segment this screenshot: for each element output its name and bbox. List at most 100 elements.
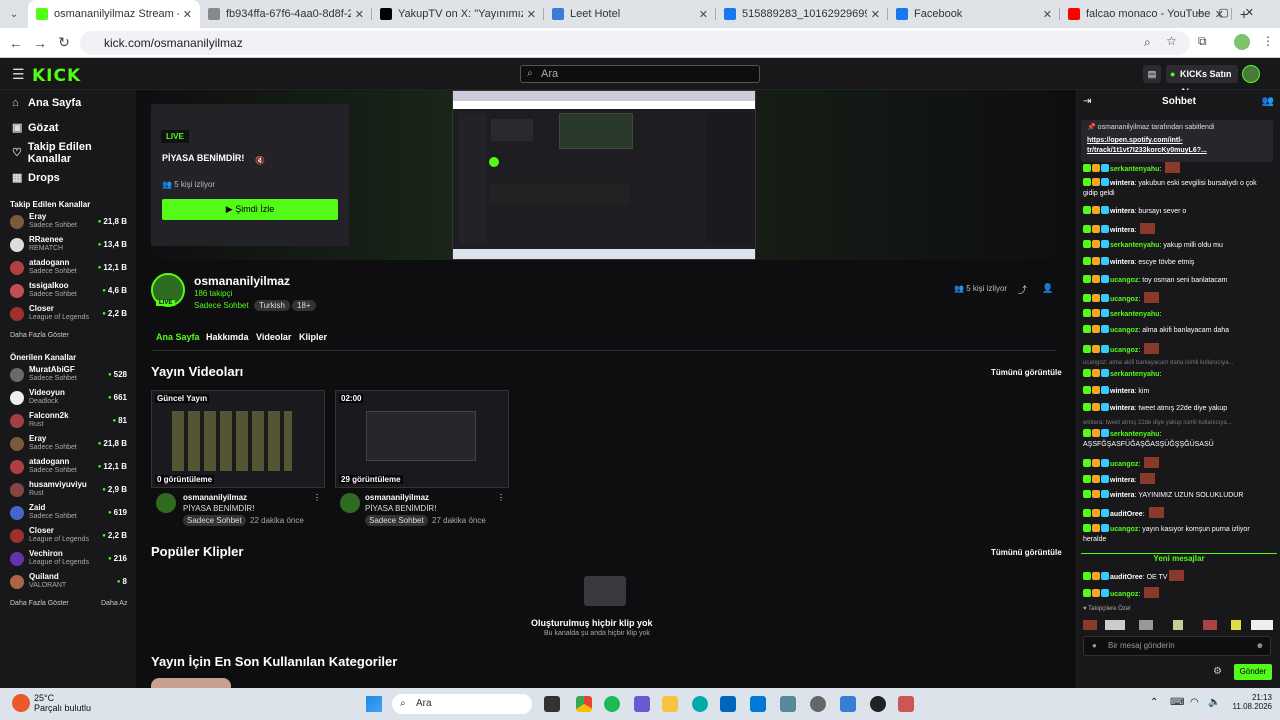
show-less[interactable]: Daha Az (91, 600, 127, 607)
sidebar-nav-item[interactable]: ▦ Drops (0, 165, 136, 190)
send-button[interactable]: Gönder (1234, 664, 1272, 680)
sidebar-channel[interactable]: CloserLeague of Legends 2,2 B (0, 303, 136, 326)
sidebar-channel[interactable]: Falconn2kRust 81 (0, 410, 136, 433)
tag-18plus[interactable]: 18+ (292, 300, 316, 311)
buy-kicks-button[interactable]: ● KICKs Satın Al (1166, 65, 1238, 97)
show-more-followed[interactable]: Daha Fazla Göster (0, 332, 136, 339)
sidebar-channel[interactable]: CloserLeague of Legends 2,2 B (0, 525, 136, 548)
hamburger-menu-icon[interactable]: ☰ (12, 66, 25, 83)
chat-username[interactable]: wintera (1110, 388, 1135, 395)
sidebar-nav-item[interactable]: ▣ Gözat (0, 115, 136, 140)
browser-tab[interactable]: YakupTV on X: "Yayınımız 22.00 ✕ (372, 0, 544, 28)
chat-username[interactable]: ucangoz (1110, 277, 1138, 284)
chrome-icon[interactable] (576, 696, 592, 712)
window-controls[interactable]: –▢✕ (1196, 6, 1270, 19)
chat-username[interactable]: wintera (1110, 259, 1135, 266)
file-explorer-icon[interactable] (662, 696, 678, 712)
new-messages-divider[interactable]: Yeni mesajlar (1081, 553, 1277, 564)
chat-username[interactable]: ucangoz (1110, 591, 1138, 598)
sidebar-channel[interactable]: MuratAbiGFSadece Sohbet 528 (0, 364, 136, 387)
category-thumbnail[interactable] (151, 678, 231, 688)
search-input[interactable]: ⌕ Ara (520, 65, 760, 83)
sidebar-nav-item[interactable]: ♡ Takip Edilen Kanallar (0, 140, 136, 165)
sidebar-channel[interactable]: atadogannSadece Sohbet 12,1 B (0, 456, 136, 479)
weather-widget[interactable]: 25°C Parçalı bulutlu (34, 693, 91, 713)
video-title[interactable]: PİYASA BENİMDİR! (183, 504, 254, 513)
tag-turkish[interactable]: Turkish (254, 300, 290, 311)
chat-username[interactable]: auditOree (1110, 511, 1143, 518)
video-thumbnail[interactable]: 02:00 29 görüntüleme (335, 390, 509, 488)
tab-videos[interactable]: Videolar (256, 332, 291, 342)
task-view-icon[interactable] (544, 696, 560, 712)
emote-row[interactable] (1083, 620, 1273, 630)
pinned-link[interactable]: https://open.spotify.com/intl-tr/track/1… (1087, 136, 1267, 156)
tab-close-icon[interactable]: ✕ (699, 8, 708, 21)
bookmark-star-icon[interactable]: ☆ (1166, 34, 1177, 48)
teams-icon[interactable] (634, 696, 650, 712)
follow-user-icon[interactable]: 👤 (1042, 283, 1053, 294)
share-icon[interactable]: ⤴ (1018, 283, 1027, 296)
video-category[interactable]: Sadece Sohbet (183, 515, 246, 526)
sidebar-channel[interactable]: VideoyunDeadlock 661 (0, 387, 136, 410)
video-channel-avatar[interactable] (156, 493, 176, 513)
show-more-suggested[interactable]: Daha Fazla Göster (0, 600, 69, 607)
tab-close-icon[interactable]: ✕ (183, 8, 192, 21)
chat-username[interactable]: auditOree (1110, 574, 1143, 581)
stream-preview[interactable] (452, 90, 756, 260)
back-icon[interactable]: ← (4, 35, 28, 51)
video-channel-name[interactable]: osmananilyilmaz (183, 493, 247, 502)
chat-username[interactable]: wintera (1110, 405, 1135, 412)
chat-username[interactable]: ucangoz (1110, 461, 1138, 468)
sidebar-channel[interactable]: ZaidSadece Sohbet 619 (0, 502, 136, 525)
store-icon[interactable] (720, 696, 736, 712)
video-menu-icon[interactable]: ⋮ (497, 493, 505, 502)
videos-see-all[interactable]: Tümünü görüntüle (991, 368, 1062, 377)
tab-close-icon[interactable]: ✕ (871, 8, 880, 21)
browser-tab[interactable]: 515889283_10162929699215923 ✕ (716, 0, 888, 28)
sidebar-channel[interactable]: RRaeneeREMATCH 13,4 B (0, 234, 136, 257)
language-icon[interactable]: ⌨ (1170, 697, 1184, 708)
clips-see-all[interactable]: Tümünü görüntüle (991, 548, 1062, 557)
app-icon[interactable] (780, 696, 796, 712)
chat-username[interactable]: ucangoz (1110, 347, 1138, 354)
extensions-icon[interactable]: ⧉ (1198, 34, 1207, 49)
browser-tab[interactable]: Leet Hotel ✕ (544, 0, 716, 28)
chat-username[interactable]: serkantenyahu (1110, 242, 1159, 249)
chat-username[interactable]: wintera (1110, 227, 1135, 234)
sidebar-channel[interactable]: VechironLeague of Legends 216 (0, 548, 136, 571)
chat-username[interactable]: ucangoz (1110, 327, 1138, 334)
tab-clips[interactable]: Klipler (299, 332, 327, 342)
profile-avatar[interactable] (1234, 34, 1250, 50)
channel-category[interactable]: Sadece Sohbet (194, 301, 249, 310)
sidebar-channel[interactable]: atadogannSadece Sohbet 12,1 B (0, 257, 136, 280)
tab-about[interactable]: Hakkımda (206, 332, 249, 342)
tray-chevron-icon[interactable]: ⌃ (1150, 697, 1158, 708)
video-menu-icon[interactable]: ⋮ (313, 493, 321, 502)
clock[interactable]: 21:13 11.08.2026 (1228, 693, 1272, 711)
browser-tab[interactable]: fb934ffa-67f6-4aa0-8d8f-2286e ✕ (200, 0, 372, 28)
chat-users-icon[interactable]: 👥 (1262, 96, 1274, 107)
chat-username[interactable]: serkantenyahu (1110, 166, 1159, 173)
browser-tab[interactable]: Facebook ✕ (888, 0, 1060, 28)
user-avatar[interactable] (1242, 65, 1260, 83)
app-icon-3[interactable] (870, 696, 886, 712)
app-icon-4[interactable] (898, 696, 914, 712)
browser-tab[interactable]: osmananilyilmaz Stream - Watc ✕ (28, 0, 200, 28)
watch-now-button[interactable]: ▶ Şimdi İzle (162, 199, 338, 220)
chat-input[interactable]: ● Bir mesaj gönderin ☻ (1083, 636, 1271, 656)
edge-icon[interactable] (692, 696, 708, 712)
menu-dots-icon[interactable]: ⋮ (1262, 34, 1274, 48)
video-title[interactable]: PİYASA BENİMDİR! (365, 504, 436, 513)
volume-icon[interactable]: 🔈 (1208, 697, 1220, 708)
reload-icon[interactable]: ↻ (52, 34, 76, 51)
start-icon[interactable] (366, 696, 382, 712)
forward-icon[interactable]: → (28, 35, 52, 51)
chat-username[interactable]: ucangoz (1110, 296, 1138, 303)
url-field[interactable]: kick.com/osmananilyilmaz (80, 31, 1190, 55)
video-category[interactable]: Sadece Sohbet (365, 515, 428, 526)
sidebar-channel[interactable]: EraySadece Sohbet 21,8 B (0, 433, 136, 456)
chat-username[interactable]: ucangoz (1110, 526, 1138, 533)
tab-close-icon[interactable]: ✕ (355, 8, 364, 21)
chat-username[interactable]: serkantenyahu (1110, 431, 1159, 438)
chat-settings-icon[interactable]: ⚙ (1213, 666, 1222, 677)
